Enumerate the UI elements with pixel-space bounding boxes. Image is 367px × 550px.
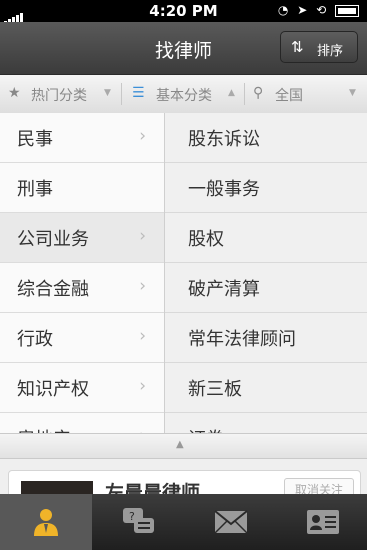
subcategory-item[interactable]: 证券 — [165, 413, 367, 433]
category-item-selected[interactable]: 公司业务 › — [0, 213, 164, 263]
subcategory-item[interactable]: 股权 — [165, 213, 367, 263]
subcategory-item[interactable]: 一般事务 — [165, 163, 367, 213]
filter-hot-category[interactable]: ★ 热门分类 ▼ — [0, 75, 120, 113]
mail-icon — [214, 510, 248, 534]
filter-basic-category[interactable]: ☰ 基本分类 ▲ — [122, 75, 244, 113]
rotation-lock-icon: ⟲ — [316, 3, 327, 17]
clock-icon: ◔ — [277, 3, 289, 17]
dropdown-arrow-up-icon: ▲ — [228, 88, 235, 98]
consult-chat-icon: ? — [123, 508, 154, 533]
sort-button[interactable]: ⇅ 排序 — [280, 31, 358, 63]
filter-label: 热门分类 — [31, 88, 87, 104]
chevron-right-icon: › — [139, 126, 146, 146]
battery-icon — [335, 4, 359, 17]
sort-label: 排序 — [317, 44, 344, 59]
sort-arrows-icon: ⇅ — [291, 38, 304, 56]
subcategory-item[interactable]: 股东诉讼 — [165, 113, 367, 163]
collapse-handle[interactable]: ▲ — [0, 433, 367, 459]
lawyer-icon — [34, 509, 58, 536]
filter-label: 基本分类 — [156, 88, 212, 104]
list-icon: ☰ — [132, 85, 145, 101]
category-item[interactable]: 行政 › — [0, 313, 164, 363]
dropdown-arrow-icon: ▼ — [104, 88, 111, 98]
location-arrow-icon: ➤ — [297, 3, 308, 17]
category-item[interactable]: 民事 › — [0, 113, 164, 163]
chevron-right-icon: › — [139, 326, 146, 346]
chevron-right-icon: › — [139, 276, 146, 296]
category-list: 民事› 刑事 公司业务› 综合金融› 行政› 知识产权› 房地产› — [0, 113, 165, 433]
navigation-bar: 找律师 ⇅ 排序 — [0, 22, 367, 75]
subcategory-item[interactable]: 新三板 — [165, 363, 367, 413]
subcategory-item[interactable]: 常年法律顾问 — [165, 313, 367, 363]
subcategory-item[interactable]: 破产清算 — [165, 263, 367, 313]
category-item[interactable]: 房地产› — [0, 413, 164, 433]
dropdown-arrow-icon: ▼ — [349, 88, 356, 98]
filter-bar: ★ 热门分类 ▼ ☰ 基本分类 ▲ ⚲ 全国 ▼ — [0, 75, 367, 114]
star-icon: ★ — [8, 85, 21, 101]
filter-label: 全国 — [275, 88, 303, 104]
chevron-right-icon: › — [139, 226, 146, 246]
tab-bar: ? — [0, 494, 367, 550]
status-bar: 4:20 PM ◔ ➤ ⟲ — [0, 0, 367, 24]
category-item[interactable]: 知识产权 › — [0, 363, 164, 413]
chevron-right-icon: › — [139, 426, 146, 433]
contact-card-icon — [307, 510, 339, 534]
tab-find-lawyer[interactable] — [0, 494, 92, 550]
location-pin-icon: ⚲ — [253, 85, 264, 101]
category-item[interactable]: 刑事 — [0, 163, 164, 213]
tab-consult[interactable]: ? — [92, 494, 184, 550]
tab-messages[interactable] — [184, 494, 276, 550]
category-item[interactable]: 综合金融 › — [0, 263, 164, 313]
filter-region[interactable]: ⚲ 全国 ▼ — [245, 75, 367, 113]
tab-profile[interactable] — [276, 494, 367, 550]
collapse-up-icon: ▲ — [176, 439, 184, 450]
subcategory-list: 股东诉讼 一般事务 股权 破产清算 常年法律顾问 新三板 证券 — [165, 113, 367, 433]
chevron-right-icon: › — [139, 376, 146, 396]
